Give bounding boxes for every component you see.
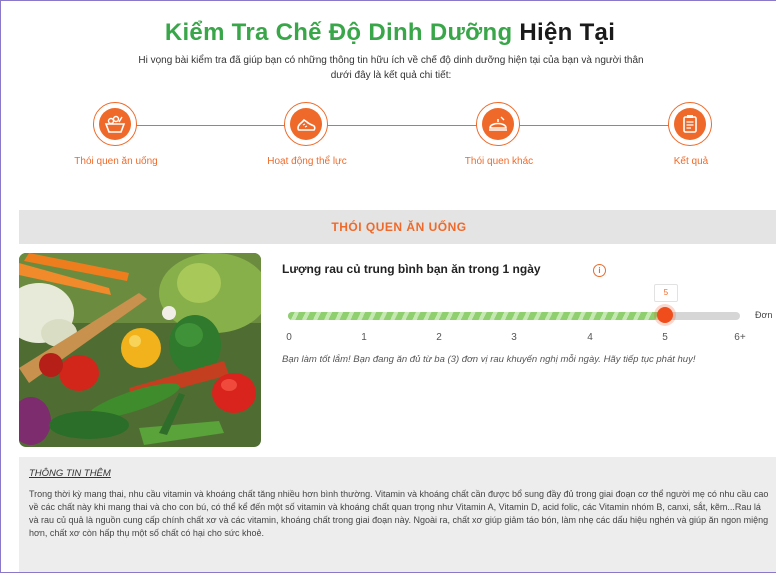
slider-unit-label: Đơn <box>755 310 773 320</box>
slider-tick-label: 6+ <box>734 332 746 343</box>
step-label-eating-habits[interactable]: Thói quen ăn uống <box>46 156 186 167</box>
steps-connector-line <box>116 125 691 126</box>
section-header: THÓI QUEN ĂN UỐNG <box>19 210 776 244</box>
step-label-other-habits[interactable]: Thói quen khác <box>429 156 569 167</box>
title-green-part: Kiểm Tra Chế Độ Dinh Dưỡng <box>164 19 513 46</box>
slider-tick-label: 5 <box>662 332 668 343</box>
step-physical-activity[interactable] <box>284 102 328 146</box>
running-shoe-icon <box>297 118 316 131</box>
food-basket-icon <box>104 115 126 133</box>
slider-value-tooltip: 5 <box>653 284 678 302</box>
slider-fill <box>288 312 665 320</box>
page-title: Kiểm Tra Chế Độ Dinh Dưỡng Hiện Tại <box>1 19 776 47</box>
slider-tick-label: 0 <box>286 332 292 343</box>
info-icon[interactable]: i <box>593 264 606 277</box>
page-subtitle: Hi vọng bài kiểm tra đã giúp bạn có nhữn… <box>138 55 644 81</box>
page-frame: Kiểm Tra Chế Độ Dinh Dưỡng Hiện Tại Hi v… <box>0 0 776 573</box>
question-title: Lượng rau củ trung bình bạn ăn trong 1 n… <box>282 262 541 276</box>
step-label-result[interactable]: Kết quả <box>621 156 761 167</box>
slider-tick-label: 2 <box>436 332 442 343</box>
clipboard-icon <box>683 115 697 133</box>
step-result[interactable] <box>668 102 712 146</box>
step-label-physical-activity[interactable]: Hoạt động thể lực <box>237 156 377 167</box>
vegetables-image <box>19 253 261 447</box>
more-info-title: THÔNG TIN THÊM <box>29 468 111 479</box>
title-black-part: Hiện Tại <box>519 19 616 46</box>
slider-tick-label: 1 <box>361 332 367 343</box>
food-tray-icon <box>489 116 507 131</box>
step-eating-habits[interactable] <box>93 102 137 146</box>
slider-tick-label: 3 <box>511 332 517 343</box>
feedback-message: Bạn làm tốt lắm! Bạn đang ăn đủ từ ba (3… <box>282 354 696 365</box>
more-info-text: Trong thời kỳ mang thai, nhu cầu vitamin… <box>29 489 769 538</box>
step-other-habits[interactable] <box>476 102 520 146</box>
slider-tick-label: 4 <box>587 332 593 343</box>
slider-thumb[interactable] <box>656 307 673 323</box>
